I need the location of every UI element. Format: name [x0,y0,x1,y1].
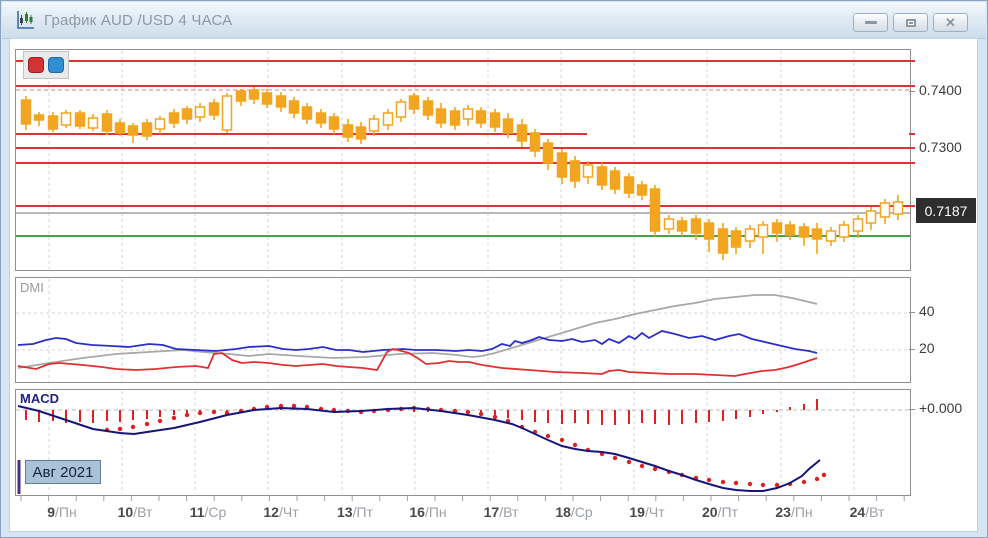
time-axis-label: 13/Пт [320,504,390,520]
dmi-panel [15,277,911,383]
titlebar[interactable]: График AUD /USD 4 ЧАСА ✕ [2,2,986,39]
time-axis-label: 16/Пн [393,504,463,520]
window-controls: ✕ [853,13,968,32]
axis-tick-red [909,147,915,149]
axis-tick-red [909,205,915,207]
time-axis: 9/Пн10/Вт11/Ср12/Чт13/Пт16/Пн17/Вт18/Ср1… [1,504,988,526]
window-title: График AUD /USD 4 ЧАСА [44,12,232,29]
time-axis-label: 18/Ср [539,504,609,520]
time-axis-label: 10/Вт [100,504,170,520]
close-icon: ✕ [945,16,956,29]
macd-panel-label: MACD [20,392,59,405]
axis-label: 40 [919,304,935,318]
macd-plot[interactable] [16,390,910,495]
red-square-button[interactable] [28,57,44,73]
time-axis-label: 23/Пн [759,504,829,520]
axis-tick [909,349,915,350]
time-axis-label: 24/Вт [832,504,902,520]
axis-tick-red [909,85,915,87]
month-badge: Авг 2021 [25,460,101,484]
time-axis-label: 9/Пн [27,504,97,520]
time-axis-label: 12/Чт [246,504,316,520]
axis-tick-red [909,133,915,135]
macd-panel [15,389,911,496]
restore-button[interactable] [893,13,928,32]
time-axis-label: 19/Чт [612,504,682,520]
time-axis-label: 11/Ср [173,504,243,520]
axis-tick-red [909,162,915,164]
blue-square-button[interactable] [48,57,64,73]
time-axis-label: 20/Пт [685,504,755,520]
axis-label: 0.7300 [919,140,962,154]
axis-label: 20 [919,341,935,355]
close-button[interactable]: ✕ [933,13,968,32]
time-axis-ticks [15,496,909,503]
axis-label: 0.7400 [919,83,962,97]
dmi-panel-label: DMI [20,281,44,294]
minimize-button[interactable] [853,13,888,32]
candlestick-plot[interactable] [16,50,910,270]
minimize-icon [865,21,877,24]
price-panel [15,49,911,271]
chart-toolbar [23,51,69,79]
chart-window: График AUD /USD 4 ЧАСА ✕ DMI MACD Авг 20… [0,0,988,538]
chart-app-icon [14,9,36,31]
axis-tick-red [909,60,915,62]
axis-tick [909,91,915,92]
axis-tick [909,409,915,410]
axis-label: +0.000 [919,401,962,415]
time-axis-label: 17/Вт [466,504,536,520]
axis-tick [909,312,915,313]
dmi-plot[interactable] [16,278,910,382]
current-price-badge: 0.7187 [916,198,976,223]
restore-icon [906,19,916,27]
